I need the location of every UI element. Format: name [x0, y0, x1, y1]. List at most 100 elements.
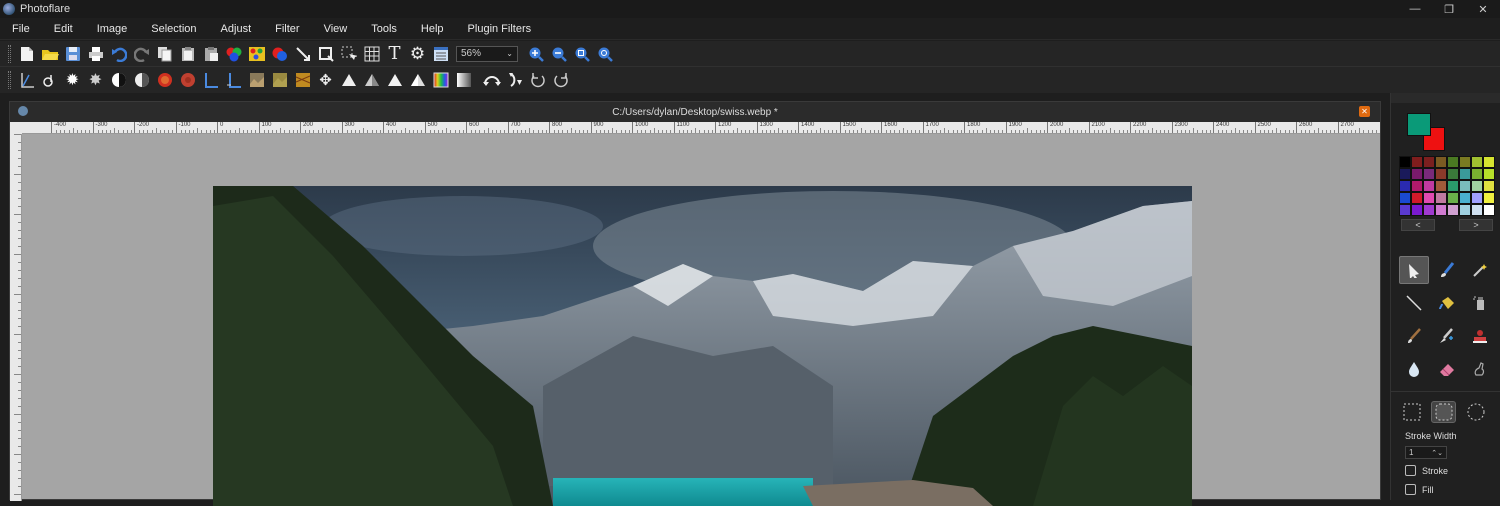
color-balance-icon[interactable] — [225, 45, 243, 63]
zoom-actual-icon[interactable] — [596, 45, 614, 63]
rect-select-icon[interactable] — [1399, 401, 1424, 423]
palette-color-swatch[interactable] — [1471, 192, 1483, 204]
close-button[interactable]: ✕ — [1466, 0, 1500, 18]
gamma-up-icon[interactable] — [202, 71, 220, 89]
gamma-down-icon[interactable] — [225, 71, 243, 89]
hue-icon[interactable] — [271, 45, 289, 63]
saturation-down-icon[interactable] — [179, 71, 197, 89]
zoom-out-icon[interactable] — [550, 45, 568, 63]
primary-color-swatch[interactable] — [1407, 113, 1431, 136]
sepia-icon[interactable] — [248, 71, 266, 89]
spin-arrows-icon[interactable]: ⌃⌄ — [1431, 449, 1443, 457]
resize-canvas-icon[interactable] — [340, 45, 358, 63]
canvas-image[interactable] — [213, 186, 1192, 506]
palette-color-swatch[interactable] — [1471, 156, 1483, 168]
palette-color-swatch[interactable] — [1435, 156, 1447, 168]
redo-icon[interactable] — [133, 45, 151, 63]
gradient-icon[interactable] — [432, 71, 450, 89]
paint-brush-icon[interactable] — [1432, 256, 1462, 284]
palette-color-swatch[interactable] — [1411, 192, 1423, 204]
palette-color-swatch[interactable] — [1447, 204, 1459, 216]
palette-color-swatch[interactable] — [1435, 192, 1447, 204]
palette-color-swatch[interactable] — [1483, 156, 1495, 168]
saturation-up-icon[interactable] — [156, 71, 174, 89]
brightness-up-icon[interactable]: ✹ — [64, 71, 82, 89]
toolbar-grip[interactable] — [8, 44, 11, 63]
palette-color-swatch[interactable] — [1411, 156, 1423, 168]
blur-more-icon[interactable] — [409, 71, 427, 89]
line-icon[interactable] — [1399, 289, 1429, 317]
palette-color-swatch[interactable] — [1435, 180, 1447, 192]
settings-icon[interactable]: ⚙ — [409, 44, 427, 63]
eraser-icon[interactable] — [1432, 355, 1462, 383]
palette-color-swatch[interactable] — [1411, 180, 1423, 192]
paste-alt-icon[interactable] — [202, 45, 220, 63]
zoom-fit-icon[interactable] — [573, 45, 591, 63]
zoom-in-icon[interactable] — [527, 45, 545, 63]
palette-color-swatch[interactable] — [1483, 192, 1495, 204]
palette-color-swatch[interactable] — [1459, 192, 1471, 204]
palette-color-swatch[interactable] — [1459, 180, 1471, 192]
palette-color-swatch[interactable] — [1399, 156, 1411, 168]
pointer-icon[interactable] — [1399, 256, 1429, 284]
palette-color-swatch[interactable] — [1423, 192, 1435, 204]
menu-tools[interactable]: Tools — [359, 23, 409, 35]
fill-checkbox[interactable] — [1405, 484, 1416, 495]
stroke-width-spinbox[interactable]: 1 ⌃⌄ — [1405, 446, 1447, 459]
flip-vertical-icon[interactable] — [506, 71, 524, 89]
print-icon[interactable] — [87, 45, 105, 63]
palette-color-swatch[interactable] — [1471, 168, 1483, 180]
palette-prev-button[interactable]: < — [1401, 219, 1435, 231]
palette-color-swatch[interactable] — [1399, 168, 1411, 180]
save-icon[interactable] — [64, 45, 82, 63]
zoom-select[interactable]: 56% ⌄ — [456, 45, 518, 62]
paint-bucket-icon[interactable] — [1432, 289, 1462, 317]
clone-stamp-icon[interactable] — [1432, 322, 1462, 350]
grayscale-icon[interactable] — [455, 71, 473, 89]
palette-color-swatch[interactable] — [1435, 168, 1447, 180]
sharpen-more-icon[interactable] — [363, 71, 381, 89]
palette-icon[interactable] — [248, 45, 266, 63]
new-file-icon[interactable] — [18, 45, 36, 63]
move-icon[interactable]: ✥ — [317, 71, 335, 89]
menu-selection[interactable]: Selection — [139, 23, 208, 35]
menu-view[interactable]: View — [312, 23, 360, 35]
undo-icon[interactable] — [110, 45, 128, 63]
palette-color-swatch[interactable] — [1423, 204, 1435, 216]
palette-color-swatch[interactable] — [1459, 204, 1471, 216]
palette-color-swatch[interactable] — [1459, 156, 1471, 168]
palette-color-swatch[interactable] — [1399, 192, 1411, 204]
rounded-rect-select-icon[interactable] — [1431, 401, 1456, 423]
palette-color-swatch[interactable] — [1411, 168, 1423, 180]
maximize-button[interactable]: ❐ — [1432, 0, 1466, 18]
blur-drop-icon[interactable] — [1399, 355, 1429, 383]
open-folder-icon[interactable] — [41, 45, 59, 63]
rotate-cw-icon[interactable] — [552, 71, 570, 89]
menu-help[interactable]: Help — [409, 23, 456, 35]
copy-icon[interactable] — [156, 45, 174, 63]
palette-color-swatch[interactable] — [1471, 180, 1483, 192]
smudge-icon[interactable] — [1465, 355, 1495, 383]
palette-color-swatch[interactable] — [1471, 204, 1483, 216]
menu-filter[interactable]: Filter — [263, 23, 311, 35]
stamp-icon[interactable] — [1465, 322, 1495, 350]
solarize-icon[interactable] — [294, 71, 312, 89]
palette-color-swatch[interactable] — [1447, 156, 1459, 168]
palette-next-button[interactable]: > — [1459, 219, 1493, 231]
palette-color-swatch[interactable] — [1447, 180, 1459, 192]
curves-icon[interactable] — [41, 71, 59, 89]
palette-color-swatch[interactable] — [1447, 192, 1459, 204]
menu-adjust[interactable]: Adjust — [209, 23, 264, 35]
spray-can-icon[interactable] — [1465, 289, 1495, 317]
paintbrush-icon[interactable] — [1399, 322, 1429, 350]
menu-edit[interactable]: Edit — [42, 23, 85, 35]
contrast-down-icon[interactable] — [133, 71, 151, 89]
magic-wand-icon[interactable] — [1465, 256, 1495, 284]
flip-horizontal-icon[interactable] — [483, 71, 501, 89]
resize-image-icon[interactable] — [317, 45, 335, 63]
palette-color-swatch[interactable] — [1435, 204, 1447, 216]
emboss-icon[interactable] — [271, 71, 289, 89]
toolbar-grip[interactable] — [8, 71, 11, 89]
blur-icon[interactable] — [386, 71, 404, 89]
palette-color-swatch[interactable] — [1399, 180, 1411, 192]
